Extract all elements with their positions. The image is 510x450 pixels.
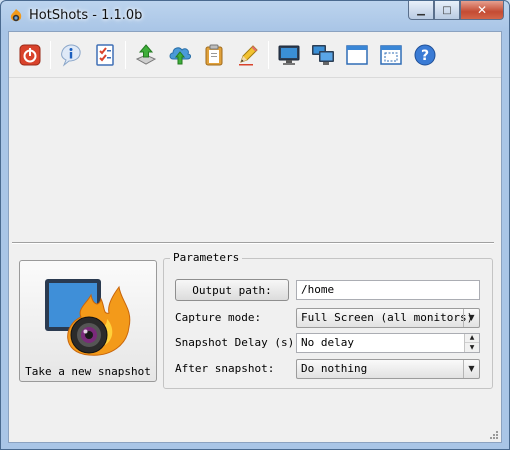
capture-mode-label: Capture mode: — [175, 311, 262, 324]
toolbar-separator — [125, 40, 126, 69]
snapshot-delay-label: Snapshot Delay (s): — [175, 336, 301, 349]
editor-button[interactable] — [233, 40, 263, 70]
output-path-button-label: Output path: — [192, 283, 272, 297]
spin-down-icon[interactable]: ▼ — [465, 343, 479, 352]
region-mode-button[interactable] — [376, 40, 406, 70]
preferences-button[interactable] — [90, 40, 120, 70]
upload-button[interactable] — [165, 40, 195, 70]
output-path-button[interactable]: Output path: — [175, 279, 289, 301]
flaming-camera-icon — [45, 279, 131, 356]
toolbar-separator — [268, 40, 269, 69]
save-download-icon — [135, 43, 157, 65]
after-snapshot-label: After snapshot: — [175, 362, 275, 375]
clipboard-button[interactable] — [199, 40, 229, 70]
output-path-value: /home — [301, 283, 335, 296]
toolbar: ? — [9, 32, 501, 78]
chevron-down-icon: ▼ — [463, 309, 479, 327]
window-mode-button[interactable] — [342, 40, 372, 70]
region-icon — [380, 44, 402, 65]
capture-mode-select[interactable]: Full Screen (all monitors) ▼ — [296, 308, 480, 328]
clipboard-icon — [205, 44, 223, 65]
power-icon — [19, 44, 41, 65]
after-snapshot-value: Do nothing — [301, 362, 368, 375]
toolbar-separator — [50, 40, 51, 69]
multi-monitor-icon — [312, 44, 334, 65]
title-bar[interactable]: HotShots - 1.1.0b ▁ □ ✕ — [1, 1, 509, 31]
after-snapshot-select[interactable]: Do nothing ▼ — [296, 359, 480, 379]
monitor-icon — [278, 45, 300, 65]
window-controls: ▁ □ ✕ — [408, 1, 504, 21]
window-icon — [346, 44, 368, 65]
minimize-button[interactable]: ▁ — [408, 1, 434, 20]
app-window: HotShots - 1.1.0b ▁ □ ✕ ? Take a new sna… — [0, 0, 510, 450]
spin-buttons: ▲ ▼ — [464, 334, 479, 352]
checklist-icon — [96, 43, 114, 66]
capture-mode-value: Full Screen (all monitors) — [301, 311, 474, 324]
parameters-group: Parameters Output path: /home Capture mo… — [163, 251, 493, 389]
svg-text:?: ? — [421, 48, 429, 64]
screen-mode-button[interactable] — [274, 40, 304, 70]
output-path-field[interactable]: /home — [296, 280, 480, 300]
multi-screen-mode-button[interactable] — [308, 40, 338, 70]
snapshot-delay-spinbox[interactable]: No delay ▲ ▼ — [296, 333, 480, 353]
main-panel: ? Take a new snapshot Parameters Output … — [8, 31, 502, 443]
about-button[interactable] — [56, 40, 86, 70]
app-logo-icon — [10, 9, 22, 22]
save-button[interactable] — [131, 40, 161, 70]
chevron-down-icon: ▼ — [463, 360, 479, 378]
take-snapshot-button[interactable]: Take a new snapshot — [19, 260, 157, 382]
window-title: HotShots - 1.1.0b — [29, 8, 143, 23]
close-button[interactable]: ✕ — [460, 1, 504, 20]
snapshot-delay-value: No delay — [301, 336, 354, 349]
maximize-button[interactable]: □ — [434, 1, 460, 20]
divider — [12, 242, 494, 244]
close-icon: ✕ — [476, 3, 488, 17]
help-icon: ? — [414, 44, 436, 65]
quit-button[interactable] — [15, 40, 45, 70]
resize-grip-icon[interactable] — [489, 430, 499, 440]
minimize-icon: ▁ — [417, 4, 425, 16]
cloud-upload-icon — [169, 46, 191, 64]
parameters-legend: Parameters — [170, 251, 243, 264]
maximize-icon: □ — [442, 4, 452, 16]
take-snapshot-label: Take a new snapshot — [25, 365, 151, 378]
pencil-icon — [239, 44, 258, 65]
help-button[interactable]: ? — [410, 40, 440, 70]
info-icon — [61, 43, 81, 67]
